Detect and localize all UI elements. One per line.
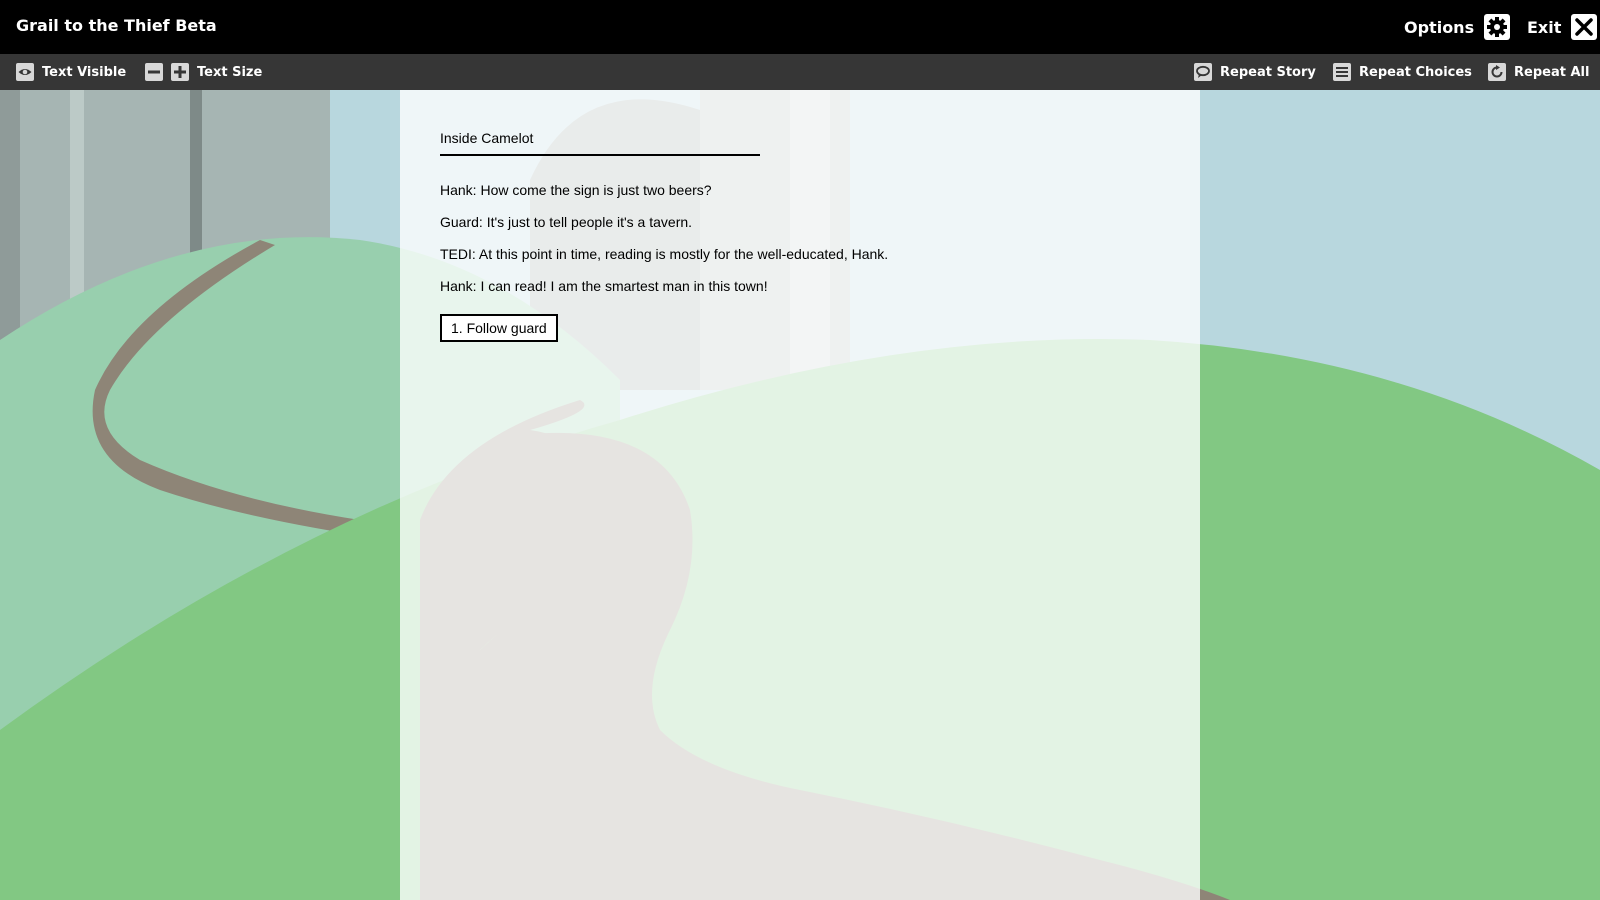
story-line: Hank: How come the sign is just two beer… [440,182,712,198]
exit-label: Exit [1527,17,1562,37]
text-size-label: Text Size [197,64,263,80]
story-text: Hank: How come the sign is just two beer… [440,182,1160,310]
repeat-story-button[interactable]: Repeat Story [1194,54,1316,90]
exit-button[interactable]: Exit [1527,13,1598,41]
text-visible-button[interactable]: Text Visible [16,54,126,90]
options-label: Options [1404,17,1475,37]
list-icon [1333,63,1359,81]
repeat-choices-label: Repeat Choices [1359,64,1472,80]
eye-icon [16,63,42,81]
repeat-all-label: Repeat All [1514,64,1590,80]
title-bar: Grail to the Thief Beta Options Exit [0,0,1600,54]
repeat-story-label: Repeat Story [1220,64,1316,80]
story-line: Guard: It's just to tell people it's a t… [440,214,693,230]
accessibility-toolbar: Text Visible Text Size Repeat Story Repe… [0,54,1600,90]
text-size-decrease-button[interactable] [145,54,171,90]
plus-icon [171,63,197,81]
text-size-increase-button[interactable]: Text Size [171,54,262,90]
app-title: Grail to the Thief Beta [16,16,217,35]
game-scene: Inside Camelot Hank: How come the sign i… [0,90,1600,900]
story-line: Hank: I can read! I am the smartest man … [440,278,768,294]
choice-follow-guard-button[interactable]: 1. Follow guard [440,314,558,342]
text-visible-label: Text Visible [42,64,127,80]
close-icon [1571,14,1598,40]
options-button[interactable]: Options [1404,13,1511,41]
story-panel: Inside Camelot Hank: How come the sign i… [400,90,1200,900]
refresh-icon [1488,63,1514,81]
speech-icon [1194,63,1220,81]
story-line: TEDI: At this point in time, reading is … [440,246,889,262]
repeat-choices-button[interactable]: Repeat Choices [1333,54,1472,90]
location-title: Inside Camelot [440,130,760,156]
minus-icon [145,63,171,81]
repeat-all-button[interactable]: Repeat All [1488,54,1589,90]
gear-icon [1484,14,1511,40]
